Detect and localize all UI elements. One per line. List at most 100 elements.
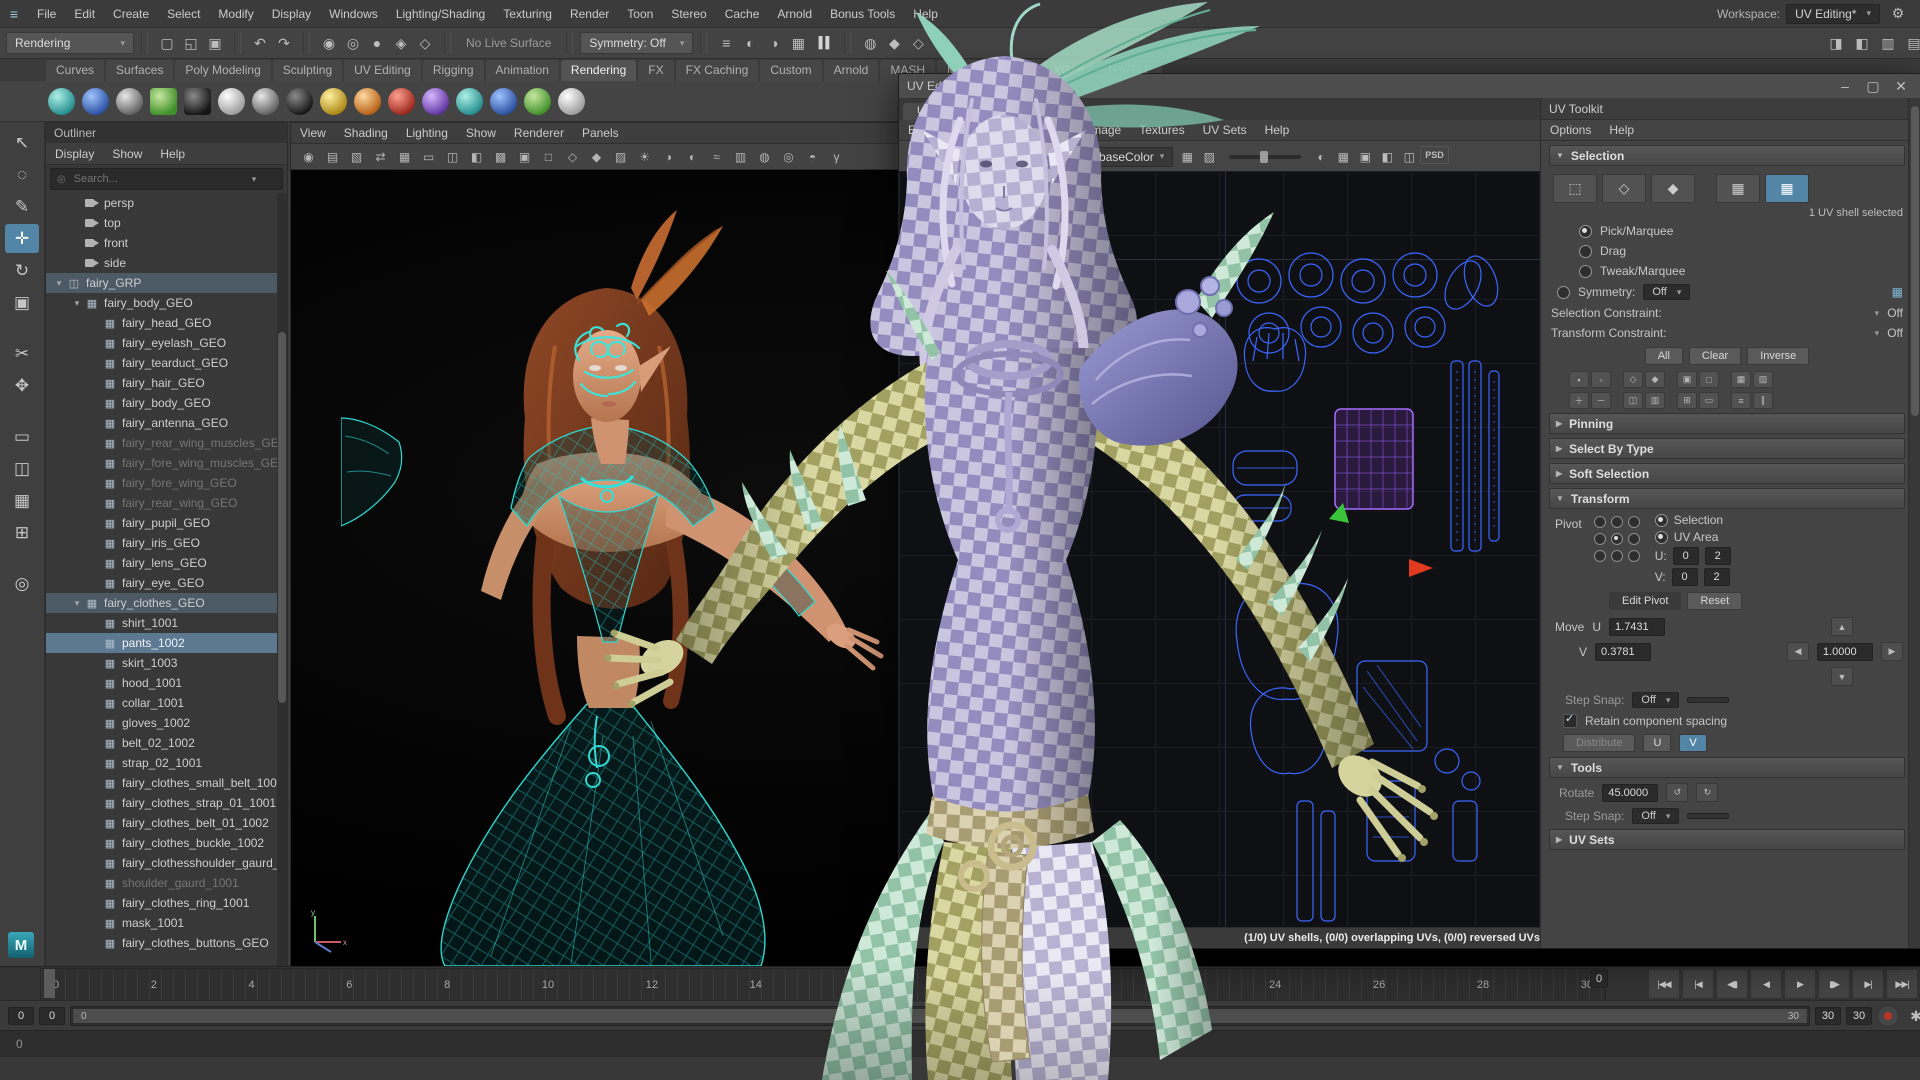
- outliner-item-mask-1001[interactable]: mask_1001: [46, 913, 287, 933]
- step-forward-frame-button[interactable]: ▶|: [1852, 969, 1884, 999]
- symmetry-dropdown[interactable]: Symmetry: Off ▾: [580, 32, 693, 54]
- menu-help[interactable]: Help: [151, 147, 194, 161]
- move-v-field[interactable]: 0.3781: [1595, 643, 1651, 661]
- uv-mode-button[interactable]: ▦: [1716, 174, 1760, 203]
- maximize-window-icon[interactable]: ▢: [1861, 74, 1885, 98]
- playback-start-field[interactable]: 0: [39, 1007, 65, 1025]
- uv-toolkit-title[interactable]: UV Toolkit: [1541, 98, 1920, 120]
- screen-space-ao-icon[interactable]: ◐: [681, 146, 704, 167]
- distribute-u-button[interactable]: U: [1643, 734, 1671, 752]
- outliner-item-fairy-clothesshoulder-gaurd[interactable]: fairy_clothesshoulder_gaurd_: [46, 853, 287, 873]
- frame-tick-8[interactable]: 8: [444, 979, 450, 991]
- section-soft-selection[interactable]: ▶ Soft Selection: [1549, 463, 1905, 484]
- clear-selection-button[interactable]: Clear: [1689, 347, 1741, 365]
- retain-spacing-checkbox[interactable]: [1563, 714, 1577, 728]
- uv-canvas[interactable]: [899, 171, 1540, 928]
- camera-lock-icon[interactable]: ◉: [297, 146, 320, 167]
- menu-uv-sets[interactable]: UV Sets: [1194, 123, 1256, 137]
- search-input[interactable]: [72, 172, 246, 186]
- go-to-start-button[interactable]: |◀◀: [1648, 969, 1680, 999]
- move-tool-icon[interactable]: ✛: [5, 224, 39, 253]
- point-light-icon[interactable]: [354, 88, 381, 115]
- hypershade-icon[interactable]: [150, 88, 177, 115]
- frame-tick-24[interactable]: 24: [1269, 979, 1281, 991]
- frame-tick-16[interactable]: 16: [854, 979, 866, 991]
- pivot-v-min-field[interactable]: 0: [1672, 568, 1698, 586]
- outliner-item-fairy-clothes-belt-01-1002[interactable]: fairy_clothes_belt_01_1002: [46, 813, 287, 833]
- outliner-item-fairy-iris-geo[interactable]: fairy_iris_GEO: [46, 533, 287, 553]
- shelf-tab-surfaces[interactable]: Surfaces: [106, 60, 173, 81]
- menu-toon[interactable]: Toon: [618, 7, 662, 21]
- shelf-tab-custom[interactable]: Custom: [760, 60, 821, 81]
- go-to-end-button[interactable]: ▶▶|: [1886, 969, 1918, 999]
- outliner-item-belt-02-1002[interactable]: belt_02_1002: [46, 733, 287, 753]
- convert-to-vertices-alt-icon[interactable]: ▫: [1591, 371, 1611, 388]
- move-left-button[interactable]: ◀: [1787, 642, 1809, 661]
- chevron-down-icon[interactable]: ▾: [1875, 328, 1880, 339]
- frame-tick-4[interactable]: 4: [249, 979, 255, 991]
- pivot-radio[interactable]: [1594, 550, 1606, 562]
- physical-sky-icon[interactable]: [490, 88, 517, 115]
- texture-selector[interactable]: fairy_clothes_baseColor ▾: [996, 147, 1173, 167]
- menu-arnold[interactable]: Arnold: [768, 7, 821, 21]
- image-plane-icon[interactable]: ▧: [345, 146, 368, 167]
- exposure-icon[interactable]: ◓: [801, 146, 824, 167]
- rotate-uv-ccw-icon[interactable]: ↺: [949, 146, 971, 168]
- outliner-item-fairy-clothes-geo[interactable]: ▾fairy_clothes_GEO: [46, 593, 287, 613]
- current-frame-field[interactable]: 0: [1590, 970, 1608, 988]
- outliner-item-fairy-fore-wing-geo[interactable]: fairy_fore_wing_GEO: [46, 473, 287, 493]
- snap-to-point-icon[interactable]: ●: [365, 31, 389, 55]
- shelf-tab-fx-caching[interactable]: FX Caching: [676, 60, 759, 81]
- select-connected-icon[interactable]: ⊞: [1677, 392, 1697, 409]
- make-live-icon[interactable]: ◇: [413, 31, 437, 55]
- time-slider-ticks[interactable]: 024681012141618202224262830: [40, 968, 1606, 1001]
- menu-help[interactable]: Help: [1600, 123, 1643, 137]
- symmetry-grid-icon[interactable]: ▦: [1892, 285, 1903, 299]
- construction-history-icon[interactable]: ≡: [714, 31, 738, 55]
- render-settings-icon[interactable]: ▦: [786, 31, 810, 55]
- pivot-u-max-field[interactable]: 2: [1705, 547, 1731, 565]
- save-scene-icon[interactable]: ▣: [203, 31, 227, 55]
- outliner-item-fairy-clothes-ring-1001[interactable]: fairy_clothes_ring_1001: [46, 893, 287, 913]
- outliner-item-fairy-head-geo[interactable]: fairy_head_GEO: [46, 313, 287, 333]
- section-uv-sets[interactable]: ▶ UV Sets: [1549, 829, 1905, 850]
- toon-shader-icon[interactable]: [524, 88, 551, 115]
- snap-to-grid-icon[interactable]: ◉: [317, 31, 341, 55]
- outliner-item-fairy-eyelash-geo[interactable]: fairy_eyelash_GEO: [46, 333, 287, 353]
- shelf-tab-sculpting[interactable]: Sculpting: [273, 60, 342, 81]
- frame-tick-22[interactable]: 22: [1165, 979, 1177, 991]
- menu-display[interactable]: Display: [263, 7, 320, 21]
- outliner-item-pants-1002[interactable]: pants_1002: [46, 633, 287, 653]
- menu-texturing[interactable]: Texturing: [494, 7, 561, 21]
- menu-image[interactable]: Image: [1079, 123, 1130, 137]
- select-all-button[interactable]: All: [1645, 347, 1683, 365]
- outliner-item-front[interactable]: front: [46, 233, 287, 253]
- uv-distortion-icon[interactable]: ▨: [1198, 146, 1220, 168]
- tweak-marquee-radio[interactable]: [1579, 265, 1592, 278]
- two-pane-layout-icon[interactable]: ◫: [5, 454, 39, 483]
- texture-borders-icon[interactable]: ◫: [1398, 146, 1420, 168]
- safe-action-icon[interactable]: ▣: [513, 146, 536, 167]
- move-down-button[interactable]: ▼: [1831, 667, 1853, 686]
- menu-file[interactable]: File: [28, 7, 65, 21]
- rotate-uv-cw-icon[interactable]: ↻: [971, 146, 993, 168]
- uv-cut-sew-tool-icon[interactable]: ✂: [5, 339, 39, 368]
- step-back-frame-button[interactable]: |◀: [1682, 969, 1714, 999]
- close-window-icon[interactable]: ✕: [1889, 74, 1913, 98]
- chevron-down-icon[interactable]: ▾: [1875, 308, 1880, 319]
- textured-display-icon[interactable]: ▨: [609, 146, 632, 167]
- reset-pivot-button[interactable]: Reset: [1687, 592, 1742, 610]
- undo-icon[interactable]: ↶: [248, 31, 272, 55]
- grid-toggle-icon[interactable]: ▦: [393, 146, 416, 167]
- menu-cache[interactable]: Cache: [716, 7, 769, 21]
- glow-shader-icon[interactable]: [558, 88, 585, 115]
- new-scene-icon[interactable]: ▢: [155, 31, 179, 55]
- uv-toolkit-scrollbar[interactable]: [1908, 98, 1920, 948]
- menu-help[interactable]: Help: [904, 7, 947, 21]
- shelf-tab-rigging[interactable]: Rigging: [423, 60, 484, 81]
- view-grid-icon[interactable]: ▦: [1332, 146, 1354, 168]
- drag-radio[interactable]: [1579, 245, 1592, 258]
- menu-modify[interactable]: Modify: [209, 7, 262, 21]
- uv-editor-tab[interactable]: UV Editor: [903, 103, 978, 120]
- render-current-frame-icon[interactable]: ◐: [738, 31, 762, 55]
